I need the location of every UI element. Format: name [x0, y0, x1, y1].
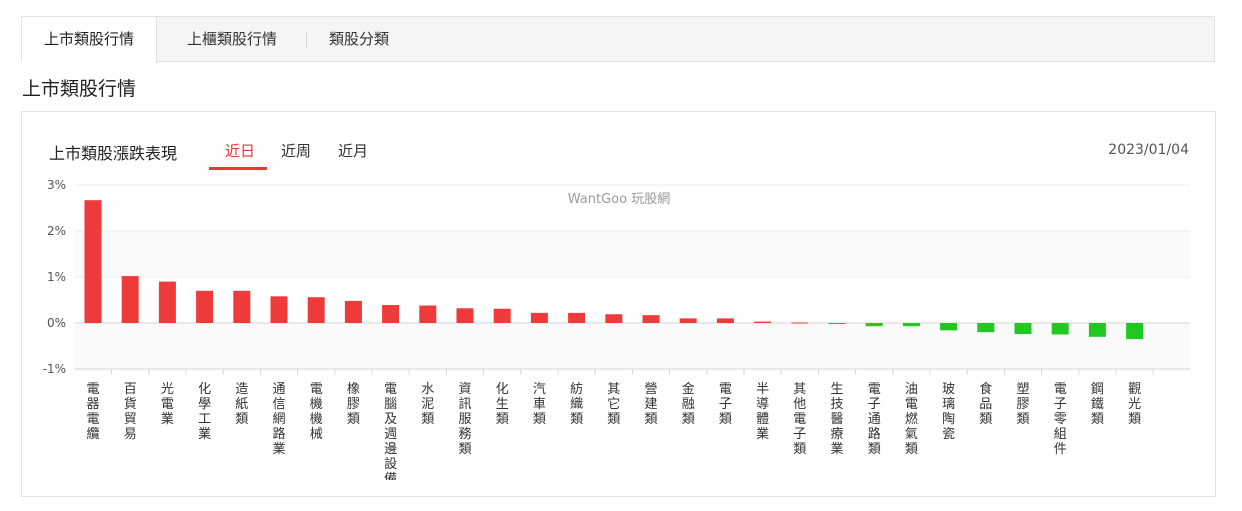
x-tick-label: 塑膠類: [1016, 382, 1029, 427]
x-tick-label: 電子類: [719, 382, 732, 427]
y-tick-label: 1%: [47, 270, 66, 284]
x-tick-label: 電器電纜: [86, 382, 99, 442]
y-tick-label: -1%: [43, 362, 66, 376]
bar-造紙類: [233, 290, 251, 323]
x-tick-label: 油電燃氣類: [905, 382, 918, 457]
bar-紡織類: [568, 312, 586, 323]
bar-光電業: [158, 281, 176, 323]
x-tick-label: 化生類: [496, 382, 509, 427]
bar-電機機械: [307, 297, 325, 323]
grid-band: [75, 231, 1190, 277]
x-tick-label: 造紙類: [235, 382, 248, 427]
bar-其他電子類: [791, 322, 809, 324]
bar-橡膠類: [344, 300, 362, 323]
bar-營建類: [642, 315, 660, 323]
bar-觀光類: [1126, 323, 1144, 340]
x-tick-label: 光電業: [161, 382, 174, 427]
x-tick-label: 營建類: [644, 382, 657, 427]
bar-電子通路類: [865, 323, 883, 327]
x-tick-label: 半導體業: [756, 382, 769, 442]
y-tick-label: 2%: [47, 224, 66, 238]
bar-塑膠類: [1014, 323, 1032, 335]
x-tick-label: 電子通路類: [868, 382, 881, 457]
bar-汽車類: [530, 312, 548, 323]
bar-生技醫療業: [828, 323, 846, 324]
bar-資訊服務類: [456, 308, 474, 323]
bar-電子零組件: [1051, 323, 1069, 335]
y-tick-label: 3%: [47, 178, 66, 192]
x-tick-label: 食品類: [979, 381, 992, 427]
sector-bar-chart: 3% 2% 1% 0% -1% WantGoo 玩股網電器電纜 百貨貿易 光電業 化學工業 造紙類…: [43, 178, 1190, 487]
y-tick-label: 0%: [47, 316, 66, 330]
bar-金融類: [679, 318, 697, 323]
x-tick-label: 電腦及週邊設備: [384, 382, 397, 487]
bar-其它類: [605, 314, 623, 323]
bar-化學工業: [196, 290, 214, 323]
x-tick-label: 汽車類: [533, 382, 546, 427]
x-tick-label: 百貨貿易: [124, 382, 137, 442]
x-tick-label: 金融類: [682, 381, 695, 427]
x-tick-label: 通信網路業: [272, 382, 285, 457]
x-tick-label: 化學工業: [198, 382, 211, 442]
bar-電子類: [716, 318, 734, 323]
bar-半導體業: [754, 321, 772, 323]
bar-電器電纜: [84, 200, 102, 323]
x-tick-label: 紡織類: [570, 382, 583, 427]
x-tick-label: 鋼鐵類: [1091, 382, 1104, 427]
bar-食品類: [977, 323, 995, 333]
bar-鋼鐵類: [1088, 323, 1106, 337]
bar-玻璃陶瓷: [940, 323, 958, 331]
x-tick-label: 玻璃陶瓷: [942, 382, 955, 442]
bar-油電燃氣類: [902, 323, 920, 327]
bar-化生類: [493, 308, 511, 323]
x-tick-label: 觀光類: [1128, 382, 1141, 427]
x-tick-label: 橡膠類: [347, 382, 360, 427]
bar-電腦及週邊設備: [382, 305, 400, 323]
x-tick-label: 其他電子類: [793, 382, 806, 457]
bar-百貨貿易: [121, 276, 139, 323]
x-tick-label: 電子零組件: [1054, 382, 1067, 457]
bar-水泥類: [419, 305, 437, 323]
x-tick-label: 電機機械: [310, 382, 323, 442]
x-tick-label: 資訊服務類: [458, 382, 471, 457]
x-tick-label: 生技醫療業: [830, 382, 843, 457]
x-tick-label: 水泥類: [421, 382, 434, 427]
x-tick-label: 其它類: [607, 382, 620, 427]
watermark: WantGoo 玩股網: [568, 192, 670, 207]
bar-通信網路業: [270, 296, 288, 323]
